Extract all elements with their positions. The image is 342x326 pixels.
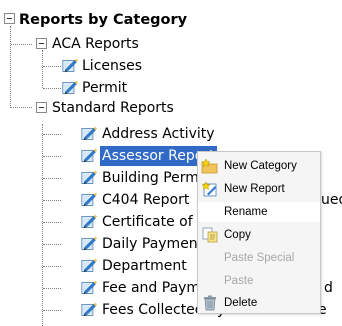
new-category-icon [201, 158, 218, 174]
report-icon [81, 148, 98, 163]
report-label: C404 Report [102, 192, 190, 208]
menu-item-rename[interactable]: Rename [198, 202, 320, 222]
report-label: Department [102, 258, 187, 274]
root-label: Reports by Category [19, 12, 188, 28]
menu-item-new-category[interactable]: New Category [198, 156, 320, 176]
aca-collapse-toggle[interactable] [36, 38, 47, 49]
report-label: Permit [82, 80, 128, 96]
report-item-address-activity[interactable]: Address Activity [100, 123, 217, 145]
tree-root[interactable]: Reports by Category [17, 9, 189, 31]
tree-line-root [10, 26, 11, 108]
new-report-icon [201, 181, 217, 197]
menu-label: Paste [224, 275, 254, 287]
report-icon [81, 214, 98, 229]
tree-hline [43, 266, 61, 267]
report-icon [81, 192, 98, 207]
report-icon [81, 280, 98, 295]
group-label: ACA Reports [52, 36, 139, 52]
menu-label: Delete [224, 297, 258, 309]
menu-item-delete[interactable]: Delete [198, 293, 320, 313]
standard-collapse-toggle[interactable] [36, 102, 47, 113]
report-item-certificate-of[interactable]: Certificate of [100, 211, 195, 233]
menu-label: Copy [224, 229, 251, 241]
trash-icon [204, 295, 216, 311]
tree-hline [43, 156, 61, 157]
menu-item-copy[interactable]: Copy [198, 225, 320, 245]
report-item-licenses[interactable]: Licenses [80, 55, 144, 77]
tree-hline [43, 178, 61, 179]
tree-hline [43, 244, 61, 245]
report-label: Licenses [82, 58, 143, 74]
report-icon [81, 236, 98, 251]
tree-line-standard [42, 124, 43, 326]
report-icon [81, 126, 98, 141]
tree-line-aca [42, 50, 43, 88]
copy-icon [202, 227, 218, 243]
menu-label: Paste Special [224, 252, 295, 264]
menu-label: New Report [224, 183, 285, 195]
report-item-c404-report[interactable]: C404 Report [100, 189, 191, 211]
group-aca-reports[interactable]: ACA Reports [50, 33, 141, 55]
tree-hline [43, 222, 61, 223]
root-collapse-toggle[interactable] [4, 13, 15, 24]
menu-item-new-report[interactable]: New Report [198, 179, 320, 199]
menu-label: Rename [224, 206, 268, 218]
tree-hline [11, 107, 32, 108]
tree-hline [43, 288, 61, 289]
menu-label: New Category [224, 160, 297, 172]
group-standard-reports[interactable]: Standard Reports [50, 97, 176, 119]
tree-hline [43, 200, 61, 201]
group-label: Standard Reports [52, 100, 174, 116]
report-icon [81, 170, 98, 185]
report-icon [81, 302, 98, 317]
report-item-permit[interactable]: Permit [80, 77, 129, 99]
report-item-c404-tail: ued [319, 189, 342, 211]
report-label: Certificate of [102, 214, 193, 230]
report-icon [62, 58, 79, 73]
tree-hline [11, 44, 32, 45]
report-item-department[interactable]: Department [100, 255, 189, 277]
report-item-fee-payment-tail: d [322, 277, 335, 299]
report-label-tail: d [324, 280, 333, 296]
report-icon [81, 258, 98, 273]
report-label-tail: ued [321, 192, 342, 208]
report-item-daily-payment[interactable]: Daily Payment [100, 233, 205, 255]
context-menu: New Category New Report Rename Copy Past… [197, 151, 321, 314]
tree-hline [43, 66, 61, 67]
report-icon [62, 80, 79, 95]
menu-item-paste[interactable]: Paste [198, 271, 320, 291]
report-label: Daily Payment [102, 236, 204, 252]
tree-hline [43, 134, 61, 135]
tree-hline [43, 88, 61, 89]
report-label: Address Activity [102, 126, 215, 142]
menu-item-paste-special[interactable]: Paste Special [198, 248, 320, 268]
tree-hline [43, 310, 61, 311]
